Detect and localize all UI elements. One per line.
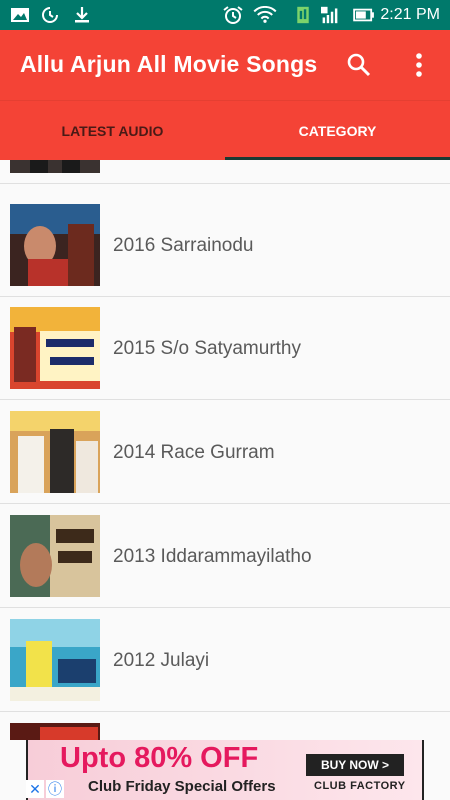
more-vert-icon <box>416 53 422 77</box>
search-icon <box>347 53 371 77</box>
thumbnail <box>10 204 100 286</box>
status-bar: 2:21 PM <box>0 0 450 30</box>
ad-buy-now-button[interactable]: BUY NOW > <box>306 754 404 776</box>
status-time: 2:21 PM <box>380 6 440 23</box>
ad-brand: CLUB FACTORY <box>314 780 406 792</box>
app-bar: Allu Arjun All Movie Songs <box>0 30 450 100</box>
list-item-title: 2015 S/o Satyamurthy <box>113 338 301 359</box>
wifi-icon <box>253 6 277 23</box>
ad-banner[interactable]: Upto 80% OFF Club Friday Special Offers … <box>0 740 450 800</box>
list-item[interactable] <box>0 160 450 184</box>
list-item[interactable]: 2013 Iddarammayilatho <box>0 505 450 608</box>
list-item-title: 2016 Sarrainodu <box>113 235 254 256</box>
tab-latest-audio[interactable]: LATEST AUDIO <box>0 101 225 161</box>
list-item-title: 2013 Iddarammayilatho <box>113 546 312 567</box>
list-item[interactable] <box>0 713 450 740</box>
signal-icon <box>321 6 338 24</box>
alarm-icon <box>223 6 243 24</box>
download-icon <box>75 7 89 23</box>
list-item[interactable]: 2016 Sarrainodu <box>0 194 450 297</box>
ad-close-icon[interactable]: ✕ <box>26 780 44 798</box>
thumbnail <box>10 411 100 493</box>
overflow-menu-button[interactable] <box>401 47 437 83</box>
thumbnail <box>10 307 100 389</box>
thumbnail <box>10 723 100 740</box>
sim-icon <box>297 6 309 24</box>
list-item[interactable]: 2015 S/o Satyamurthy <box>0 297 450 400</box>
ad-info-icon[interactable]: ⓘ <box>46 780 64 798</box>
thumbnail <box>10 160 100 173</box>
sync-icon <box>42 7 58 23</box>
ad-subline: Club Friday Special Offers <box>88 778 276 795</box>
image-icon <box>11 8 29 22</box>
thumbnail <box>10 515 100 597</box>
ad-headline: Upto 80% OFF <box>60 742 259 774</box>
tab-category[interactable]: CATEGORY <box>225 101 450 161</box>
list-item-title: 2012 Julayi <box>113 650 210 671</box>
thumbnail <box>10 619 100 701</box>
list-item[interactable]: 2012 Julayi <box>0 609 450 712</box>
category-list[interactable]: 2016 Sarrainodu 2015 S/o Satyamurthy 201… <box>0 160 450 740</box>
tab-bar: LATEST AUDIO CATEGORY <box>0 100 450 160</box>
battery-icon <box>353 8 374 22</box>
search-button[interactable] <box>341 47 377 83</box>
list-item[interactable]: 2014 Race Gurram <box>0 401 450 504</box>
ad-choices: ✕ ⓘ <box>26 780 64 798</box>
app-title: Allu Arjun All Movie Songs <box>20 51 318 77</box>
list-item-title: 2014 Race Gurram <box>113 442 275 463</box>
ad-creative[interactable]: Upto 80% OFF Club Friday Special Offers … <box>26 740 424 800</box>
